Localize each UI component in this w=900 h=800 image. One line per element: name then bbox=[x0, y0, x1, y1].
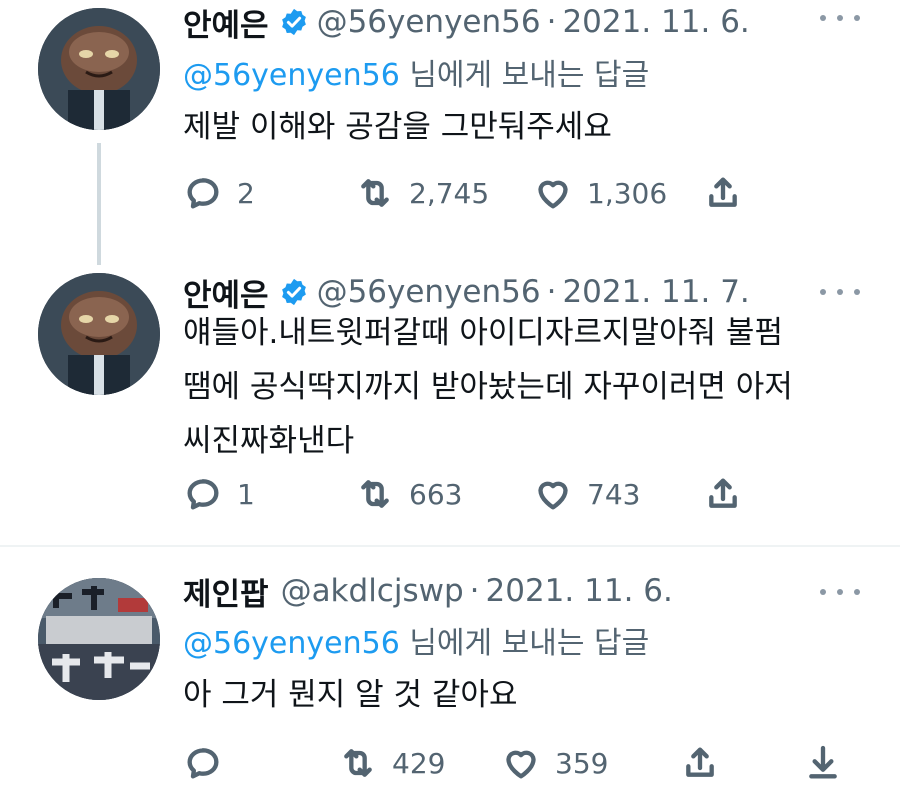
like-button[interactable]: 743 bbox=[533, 472, 640, 516]
retweet-icon bbox=[361, 480, 389, 508]
timestamp[interactable]: 2021. 11. 7. bbox=[562, 274, 749, 310]
retweet-count: 663 bbox=[409, 477, 463, 511]
reply-mention-link[interactable]: @56yenyen56 bbox=[183, 58, 400, 93]
tweet-text-line: 씨진짜화낸다 bbox=[183, 423, 355, 459]
avatar[interactable] bbox=[38, 273, 160, 395]
tweet-divider bbox=[0, 545, 900, 547]
retweet-icon bbox=[361, 179, 389, 207]
verified-badge-icon bbox=[279, 277, 309, 307]
handle[interactable]: @56yenyen56 bbox=[317, 4, 541, 40]
tweet-actions: 429 359 bbox=[183, 741, 883, 785]
tweet-text: 아 그거 뭔지 알 것 같아요 bbox=[183, 677, 518, 713]
separator: · bbox=[469, 573, 480, 609]
share-icon bbox=[686, 747, 714, 777]
retweet-icon bbox=[344, 749, 372, 777]
handle[interactable]: @56yenyen56 bbox=[317, 274, 541, 310]
heart-icon bbox=[538, 481, 568, 510]
tweet-text: 제발 이해와 공감을 그만둬주세요 bbox=[183, 109, 612, 145]
download-icon bbox=[809, 745, 837, 779]
reply-mention-link[interactable]: @56yenyen56 bbox=[183, 626, 400, 661]
like-count: 359 bbox=[555, 746, 609, 780]
tweet-header: 안예은 @56yenyen56 · 2021. 11. 6. bbox=[183, 0, 750, 44]
share-button[interactable] bbox=[703, 472, 757, 516]
more-options-icon[interactable] bbox=[820, 8, 860, 28]
share-button[interactable] bbox=[680, 741, 734, 785]
reply-count: 1 bbox=[237, 477, 255, 511]
handle[interactable]: @akdlcjswp bbox=[281, 573, 464, 609]
like-count: 1,306 bbox=[587, 176, 668, 210]
like-count: 743 bbox=[587, 477, 641, 511]
more-options-icon[interactable] bbox=[820, 282, 860, 302]
reply-icon bbox=[187, 479, 219, 510]
timestamp[interactable]: 2021. 11. 6. bbox=[486, 573, 673, 609]
heart-icon bbox=[538, 180, 568, 209]
avatar[interactable] bbox=[38, 8, 160, 130]
tweet-text: 얘들아.내트윗퍼갈때 아이디자르지말아줘 불펌 땜에 공식딱지까지 받아놨는데 … bbox=[183, 306, 853, 468]
avatar[interactable] bbox=[38, 578, 160, 700]
retweet-count: 2,745 bbox=[409, 176, 490, 210]
reply-button[interactable]: 1 bbox=[183, 472, 255, 516]
separator: · bbox=[546, 274, 557, 310]
retweet-button[interactable]: 2,745 bbox=[355, 171, 489, 215]
like-button[interactable]: 1,306 bbox=[533, 171, 667, 215]
reply-button[interactable]: 2 bbox=[183, 171, 255, 215]
reply-suffix: 님에게 보내는 답글 bbox=[399, 626, 650, 661]
retweet-count: 429 bbox=[392, 746, 446, 780]
heart-icon bbox=[506, 750, 536, 779]
retweet-button[interactable]: 663 bbox=[355, 472, 462, 516]
display-name[interactable]: 안예은 bbox=[183, 0, 269, 45]
share-button[interactable] bbox=[703, 171, 757, 215]
retweet-button[interactable]: 429 bbox=[338, 741, 445, 785]
download-button[interactable] bbox=[803, 741, 857, 785]
tweet-text-line: 얘들아.내트윗퍼갈때 아이디자르지말아줘 불펌 bbox=[183, 315, 783, 351]
reply-count: 2 bbox=[237, 176, 255, 210]
timestamp[interactable]: 2021. 11. 6. bbox=[562, 4, 749, 40]
thread-line bbox=[97, 143, 101, 265]
tweet-actions: 2 2,745 1,306 bbox=[183, 171, 883, 215]
share-icon bbox=[709, 177, 737, 207]
tweet-actions: 1 663 743 bbox=[183, 472, 883, 516]
tweet-text-line: 땜에 공식딱지까지 받아놨는데 자꾸이러면 아저 bbox=[183, 369, 793, 405]
share-icon bbox=[709, 478, 737, 508]
separator: · bbox=[546, 4, 557, 40]
replying-to: @56yenyen56 님에게 보내는 답글 bbox=[183, 618, 649, 662]
more-options-icon[interactable] bbox=[820, 582, 860, 602]
reply-icon bbox=[187, 178, 219, 209]
display-name[interactable]: 제인팝 bbox=[183, 569, 269, 614]
reply-button[interactable] bbox=[183, 741, 237, 785]
reply-icon bbox=[187, 748, 219, 779]
verified-badge-icon bbox=[279, 7, 309, 37]
replying-to: @56yenyen56 님에게 보내는 답글 bbox=[183, 50, 649, 94]
reply-suffix: 님에게 보내는 답글 bbox=[399, 58, 650, 93]
like-button[interactable]: 359 bbox=[501, 741, 608, 785]
tweet-header: 제인팝 @akdlcjswp · 2021. 11. 6. bbox=[183, 569, 673, 613]
